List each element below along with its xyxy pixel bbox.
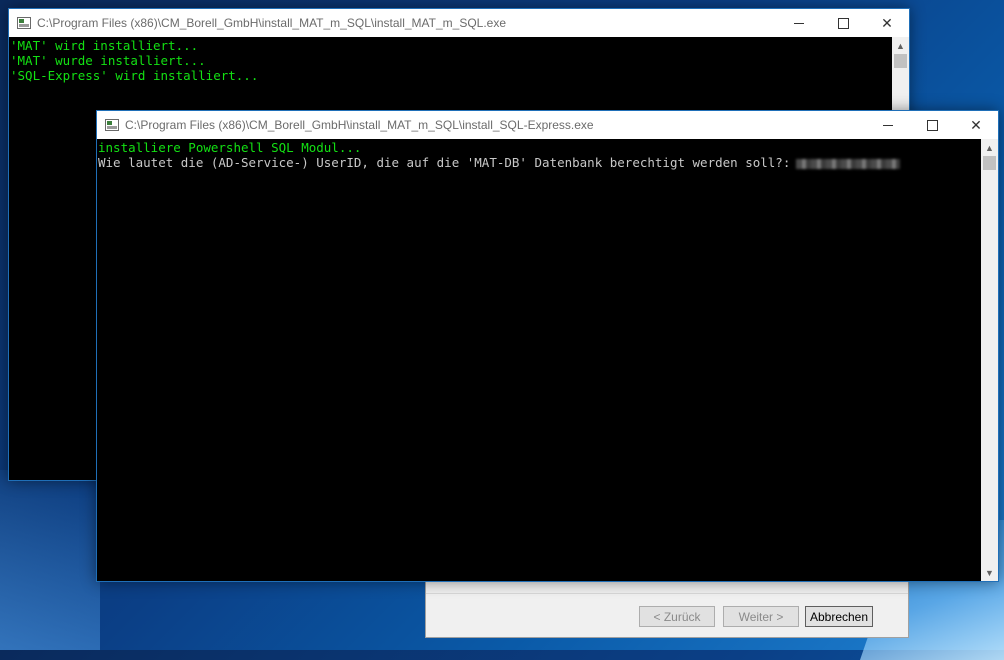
close-button[interactable]: ✕ — [954, 111, 998, 139]
maximize-icon — [837, 17, 849, 29]
userid-prompt: Wie lautet die (AD-Service-) UserID, die… — [98, 155, 791, 170]
scrollbar-thumb[interactable] — [894, 54, 907, 68]
close-icon: ✕ — [970, 116, 982, 133]
window-title: C:\Program Files (x86)\CM_Borell_GmbH\in… — [37, 16, 507, 30]
console-output[interactable]: installiere Powershell SQL Modul... Wie … — [97, 139, 981, 581]
scrollbar-thumb[interactable] — [983, 156, 996, 170]
vertical-scrollbar[interactable]: ▲ ▼ — [981, 139, 998, 581]
scroll-up-icon[interactable]: ▲ — [892, 37, 909, 54]
cancel-button[interactable]: Abbrechen — [805, 606, 873, 627]
maximize-icon — [926, 119, 938, 131]
scroll-up-icon[interactable]: ▲ — [981, 139, 998, 156]
redacted-userid-input[interactable] — [796, 158, 901, 169]
console-window-install-sql-express[interactable]: C:\Program Files (x86)\CM_Borell_GmbH\in… — [96, 110, 999, 582]
close-icon: ✕ — [881, 14, 893, 31]
wizard-separator — [426, 593, 908, 594]
console-app-icon — [17, 17, 31, 29]
desktop-light-beam-left — [0, 470, 100, 650]
back-button[interactable]: < Zurück — [639, 606, 715, 627]
console-line: 'MAT' wurde installiert... — [10, 53, 206, 68]
maximize-button[interactable] — [910, 111, 954, 139]
next-button[interactable]: Weiter > — [723, 606, 799, 627]
minimize-button[interactable] — [777, 9, 821, 37]
setup-wizard-footer: < Zurück Weiter > Abbrechen — [425, 580, 909, 638]
minimize-button[interactable] — [866, 111, 910, 139]
console-prompt-line: Wie lautet die (AD-Service-) UserID, die… — [98, 155, 981, 170]
minimize-icon — [883, 124, 893, 126]
maximize-button[interactable] — [821, 9, 865, 37]
console-line: 'SQL-Express' wird installiert... — [10, 68, 259, 83]
title-bar[interactable]: C:\Program Files (x86)\CM_Borell_GmbH\in… — [9, 9, 909, 37]
window-title: C:\Program Files (x86)\CM_Borell_GmbH\in… — [125, 118, 594, 132]
console-line: 'MAT' wird installiert... — [10, 38, 199, 53]
scroll-down-icon[interactable]: ▼ — [981, 564, 998, 581]
minimize-icon — [794, 22, 804, 24]
title-bar[interactable]: C:\Program Files (x86)\CM_Borell_GmbH\in… — [97, 111, 998, 139]
console-line: installiere Powershell SQL Modul... — [98, 140, 362, 155]
close-button[interactable]: ✕ — [865, 9, 909, 37]
console-app-icon — [105, 119, 119, 131]
